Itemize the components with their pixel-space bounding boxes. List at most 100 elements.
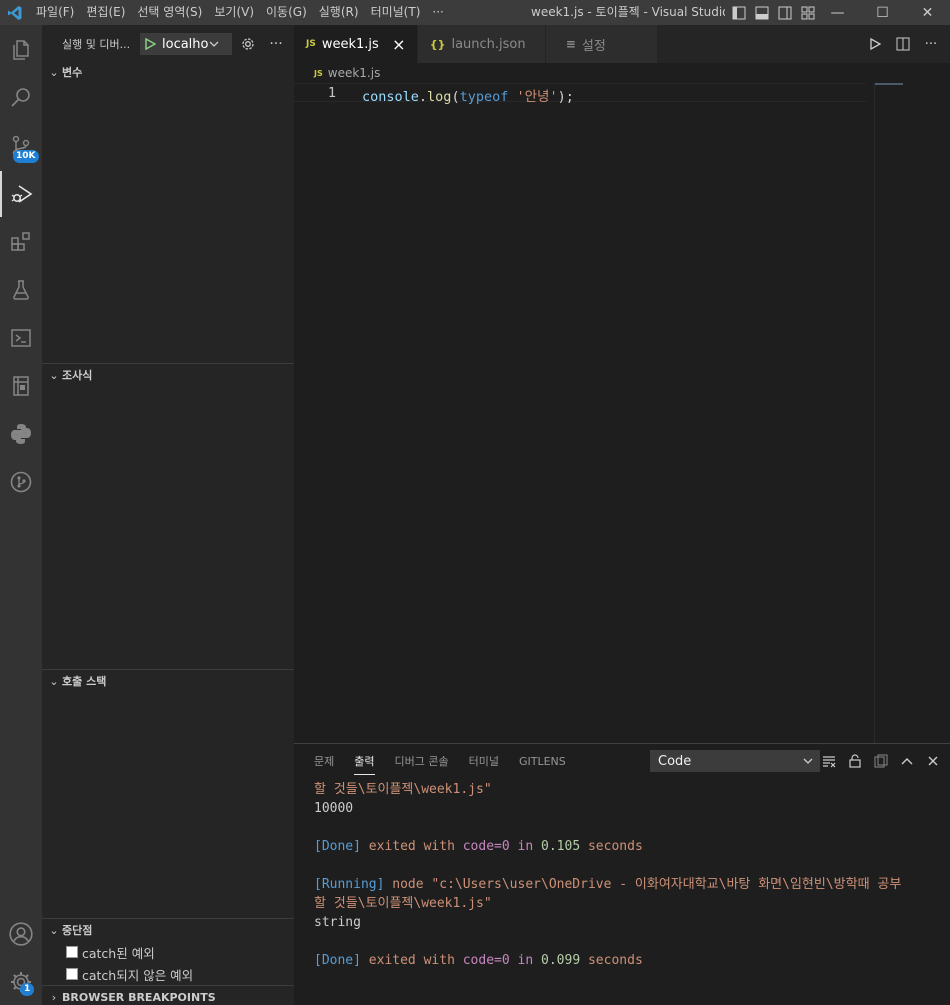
token: node "c:\Users\user\OneDrive - 이화여자대학교\바…	[392, 877, 902, 892]
browser-breakpoints-section: › BROWSER BREAKPOINTS	[42, 986, 294, 1005]
minimap[interactable]	[874, 83, 950, 743]
debug-config-name: localho	[162, 36, 208, 52]
checkbox[interactable]	[66, 946, 78, 958]
js-file-icon: JS	[306, 39, 316, 49]
output-line: 할 것들\토이플젝\week1.js"	[314, 896, 492, 911]
output-channel-select[interactable]: Code	[650, 750, 820, 772]
checkbox[interactable]	[66, 968, 78, 980]
layout-controls	[730, 4, 816, 21]
breakpoint-caught-exceptions[interactable]: catch된 예외	[42, 941, 294, 963]
source-control-icon[interactable]: 10K	[0, 123, 42, 169]
menu-edit[interactable]: 편집(E)	[80, 0, 131, 25]
maximize-panel-icon[interactable]	[896, 750, 918, 772]
close-window-icon[interactable]: ✕	[905, 0, 950, 25]
menu-more[interactable]: ···	[426, 0, 449, 25]
tab-terminal[interactable]: 터미널	[459, 744, 509, 779]
chevron-down-icon: ⌄	[49, 923, 59, 937]
chevron-down-icon: ⌄	[49, 368, 59, 382]
tab-label: 설정	[581, 38, 606, 54]
variables-section: ⌄ 변수	[42, 61, 294, 83]
customize-layout-icon[interactable]	[799, 4, 816, 21]
debug-config-dropdown[interactable]: localho	[140, 33, 232, 55]
search-icon[interactable]	[0, 75, 42, 121]
token: in	[517, 839, 534, 854]
menu-view[interactable]: 보기(V)	[208, 0, 260, 25]
menu-run[interactable]: 실행(R)	[313, 0, 365, 25]
watch-header[interactable]: ⌄ 조사식	[42, 364, 294, 386]
account-icon[interactable]	[0, 911, 42, 957]
tab-output[interactable]: 출력	[344, 744, 384, 779]
call-stack-header[interactable]: ⌄ 호출 스택	[42, 670, 294, 692]
toggle-panel-icon[interactable]	[753, 4, 770, 21]
bottom-panel: 문제 출력 디버그 콘솔 터미널 GITLENS Code 할 것들\토이플젝\…	[294, 743, 950, 1005]
remote-explorer-icon[interactable]	[0, 315, 42, 361]
output-channel-value: Code	[658, 753, 692, 769]
done-tag: [Done]	[314, 839, 361, 854]
browser-breakpoints-header[interactable]: › BROWSER BREAKPOINTS	[42, 986, 294, 1005]
output-line: [Done] exited with code=0 in 0.099 secon…	[314, 951, 944, 970]
breakpoint-label: catch되지 않은 예외	[82, 967, 194, 983]
variables-title: 변수	[62, 66, 83, 79]
start-debugging-icon[interactable]	[144, 38, 156, 50]
open-launch-json-gear-icon[interactable]	[236, 33, 260, 55]
source-control-badge: 10K	[13, 150, 39, 163]
token: with	[423, 953, 455, 968]
more-actions-icon[interactable]: ···	[264, 33, 288, 55]
tab-week1-js[interactable]: JS week1.js ×	[294, 25, 418, 63]
chevron-down-icon: ⌄	[49, 65, 59, 79]
gitlens-icon[interactable]	[0, 459, 42, 505]
tab-gitlens[interactable]: GITLENS	[509, 744, 576, 779]
toggle-secondary-sidebar-icon[interactable]	[776, 4, 793, 21]
tab-problems[interactable]: 문제	[304, 744, 344, 779]
code-editor[interactable]: 1 console.log(typeof '안녕');	[294, 83, 950, 743]
notebook-icon[interactable]	[0, 363, 42, 409]
token: exited	[368, 953, 416, 968]
close-icon[interactable]: ×	[391, 35, 407, 54]
lock-scroll-icon[interactable]	[844, 750, 866, 772]
output-log[interactable]: 할 것들\토이플젝\week1.js" 10000 [Done] exited …	[314, 780, 944, 1004]
vscode-logo-icon	[0, 0, 30, 25]
tab-debug-console[interactable]: 디버그 콘솔	[385, 744, 459, 779]
chevron-down-icon	[209, 41, 219, 47]
open-log-icon[interactable]	[870, 750, 892, 772]
toggle-primary-sidebar-icon[interactable]	[730, 4, 747, 21]
output-line: [Running] node "c:\Users\user\OneDrive -…	[314, 875, 944, 894]
window-controls: — ☐ ✕	[815, 0, 950, 25]
token: typeof	[459, 89, 509, 105]
tab-launch-json[interactable]: {} launch.json	[417, 25, 546, 63]
token: in	[517, 953, 534, 968]
more-actions-icon[interactable]: ···	[920, 33, 942, 55]
minimize-icon[interactable]: —	[815, 0, 860, 25]
extensions-icon[interactable]	[0, 219, 42, 265]
breakpoints-header[interactable]: ⌄ 중단점	[42, 919, 294, 941]
split-editor-icon[interactable]	[892, 33, 914, 55]
breakpoint-uncaught-exceptions[interactable]: catch되지 않은 예외	[42, 963, 294, 985]
variables-header[interactable]: ⌄ 변수	[42, 61, 294, 83]
panel-actions	[818, 750, 944, 772]
clear-output-icon[interactable]	[818, 750, 840, 772]
output-line: 할 것들\토이플젝\week1.js"	[314, 782, 492, 797]
menu-terminal[interactable]: 터미널(T)	[365, 0, 427, 25]
close-panel-icon[interactable]	[922, 750, 944, 772]
testing-icon[interactable]	[0, 267, 42, 313]
watch-title: 조사식	[62, 369, 93, 382]
json-file-icon: {}	[429, 37, 446, 51]
explorer-icon[interactable]	[0, 27, 42, 73]
token: .	[418, 89, 428, 105]
menu-selection[interactable]: 선택 영역(S)	[131, 0, 208, 25]
run-debug-icon[interactable]	[0, 171, 42, 217]
menu-go[interactable]: 이동(G)	[260, 0, 313, 25]
done-tag: [Done]	[314, 953, 361, 968]
menu-file[interactable]: 파일(F)	[30, 0, 80, 25]
python-icon[interactable]	[0, 411, 42, 457]
maximize-icon[interactable]: ☐	[860, 0, 905, 25]
run-file-icon[interactable]	[864, 33, 886, 55]
tab-settings[interactable]: ≡ 설정	[545, 25, 658, 63]
minimap-line	[875, 83, 903, 85]
manage-gear-icon[interactable]: 1	[0, 959, 42, 1005]
settings-file-icon: ≡	[565, 37, 576, 51]
token: exited	[368, 839, 416, 854]
breadcrumb-file[interactable]: week1.js	[328, 66, 381, 80]
code-line[interactable]: 1 console.log(typeof '안녕');	[294, 83, 866, 105]
